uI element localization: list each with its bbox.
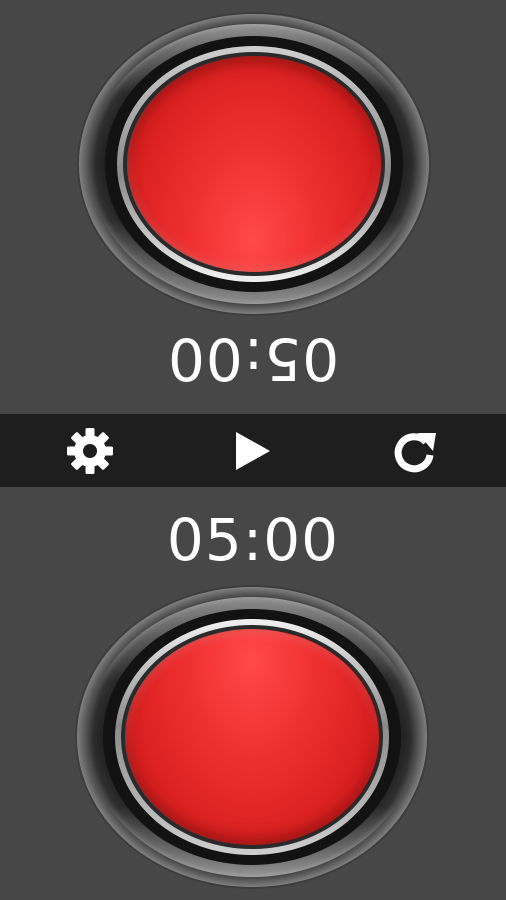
- chess-clock-app: 05:00 05:00: [0, 0, 506, 900]
- play-icon: [236, 431, 270, 470]
- bottom-red-button-cap: [125, 629, 379, 845]
- reset-icon: [394, 432, 436, 472]
- bottom-player-panel: 05:00: [0, 487, 506, 900]
- play-button[interactable]: [212, 414, 292, 487]
- gear-icon: [67, 427, 113, 474]
- bottom-player-button[interactable]: [77, 587, 427, 887]
- top-player-time: 05:00: [166, 325, 340, 393]
- reset-button[interactable]: [374, 414, 454, 487]
- top-player-button[interactable]: [79, 14, 429, 314]
- settings-button[interactable]: [50, 414, 130, 487]
- top-player-panel: 05:00: [0, 0, 506, 414]
- top-red-button-cap: [127, 56, 381, 272]
- bottom-player-time: 05:00: [166, 506, 340, 574]
- control-toolbar: [0, 414, 506, 487]
